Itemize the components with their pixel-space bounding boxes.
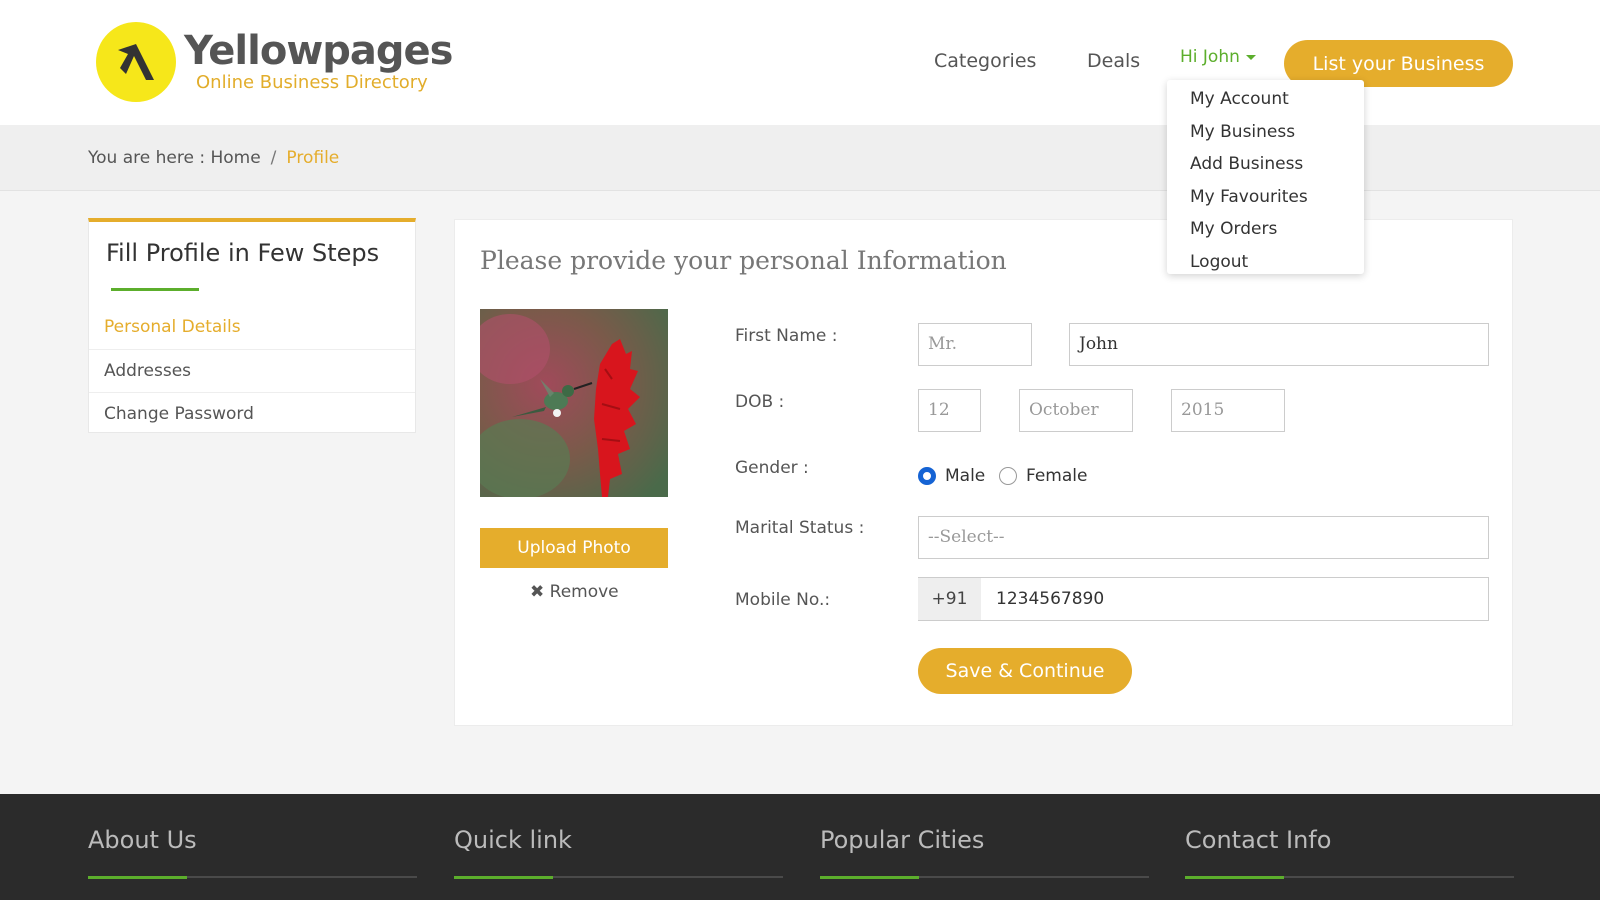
menu-item-my-business[interactable]: My Business — [1167, 116, 1364, 149]
gender-female-radio[interactable] — [999, 467, 1017, 485]
gender-male-radio[interactable] — [918, 467, 936, 485]
menu-item-add-business[interactable]: Add Business — [1167, 148, 1364, 181]
footer-heading: About Us — [88, 826, 197, 854]
footer-divider — [820, 876, 1149, 879]
gender-label: Gender : — [735, 458, 809, 478]
step-addresses[interactable]: Addresses — [89, 349, 415, 392]
mobile-prefix: +91 — [918, 578, 981, 620]
title-input[interactable]: Mr. — [918, 323, 1032, 366]
personal-info-panel: Please provide your personal Information — [454, 219, 1513, 726]
user-menu-toggle[interactable]: Hi John — [1180, 47, 1256, 67]
profile-steps-sidebar: Fill Profile in Few Steps Personal Detai… — [88, 218, 416, 433]
footer-divider — [454, 876, 783, 879]
breadcrumb-trail: You are here : Home / Profile — [88, 148, 339, 168]
caret-down-icon — [1245, 54, 1256, 60]
footer-heading: Quick link — [454, 826, 572, 854]
footer-divider — [88, 876, 417, 879]
save-continue-button[interactable]: Save & Continue — [918, 648, 1132, 694]
menu-item-my-favourites[interactable]: My Favourites — [1167, 181, 1364, 214]
breadcrumb-current: Profile — [286, 148, 340, 168]
footer-about-us: About Us — [88, 826, 417, 879]
breadcrumb-home[interactable]: You are here : Home — [88, 148, 261, 168]
user-greeting: Hi John — [1180, 47, 1240, 67]
dob-year-input[interactable]: 2015 — [1171, 389, 1285, 432]
mobile-label: Mobile No.: — [735, 590, 831, 610]
step-personal-details[interactable]: Personal Details — [89, 306, 415, 349]
gender-male-label[interactable]: Male — [945, 466, 985, 486]
footer-heading: Contact Info — [1185, 826, 1332, 854]
footer-quick-link: Quick link — [454, 826, 783, 879]
footer-heading: Popular Cities — [820, 826, 985, 854]
first-name-label: First Name : — [735, 326, 838, 346]
marital-status-select[interactable]: --Select-- — [918, 516, 1489, 559]
breadcrumb-separator: / — [270, 148, 277, 168]
remove-label: Remove — [549, 582, 619, 602]
brand-name: Yellowpages — [184, 28, 453, 74]
close-icon: ✖ — [530, 582, 550, 602]
sidebar-title: Fill Profile in Few Steps — [106, 239, 380, 267]
dob-month-select[interactable]: October — [1019, 389, 1133, 432]
form-heading: Please provide your personal Information — [480, 246, 1007, 275]
user-dropdown-menu: My Account My Business Add Business My F… — [1167, 80, 1364, 274]
brand-tagline: Online Business Directory — [196, 72, 428, 93]
remove-photo-link[interactable]: ✖ Remove — [530, 582, 619, 602]
footer-popular-cities: Popular Cities — [820, 826, 1149, 879]
first-name-input[interactable]: John — [1069, 323, 1489, 366]
nav-categories[interactable]: Categories — [934, 50, 1036, 72]
mobile-value: 1234567890 — [996, 589, 1105, 609]
upload-photo-button[interactable]: Upload Photo — [480, 528, 668, 568]
logo-icon — [96, 22, 176, 102]
marital-status-label: Marital Status : — [735, 518, 865, 538]
gender-female-label[interactable]: Female — [1026, 466, 1087, 486]
step-change-password[interactable]: Change Password — [89, 392, 415, 435]
nav-deals[interactable]: Deals — [1087, 50, 1140, 72]
title-underline — [111, 288, 199, 291]
menu-item-logout[interactable]: Logout — [1167, 246, 1364, 279]
menu-item-my-orders[interactable]: My Orders — [1167, 213, 1364, 246]
footer-divider — [1185, 876, 1514, 879]
dob-day-input[interactable]: 12 — [918, 389, 981, 432]
site-footer: About Us Quick link Popular Cities Conta… — [0, 794, 1600, 900]
dob-label: DOB : — [735, 392, 785, 412]
footer-contact-info: Contact Info — [1185, 826, 1514, 879]
profile-photo — [480, 309, 668, 497]
brand-logo[interactable]: Yellowpages Online Business Directory — [96, 20, 453, 106]
menu-item-my-account[interactable]: My Account — [1167, 83, 1364, 116]
